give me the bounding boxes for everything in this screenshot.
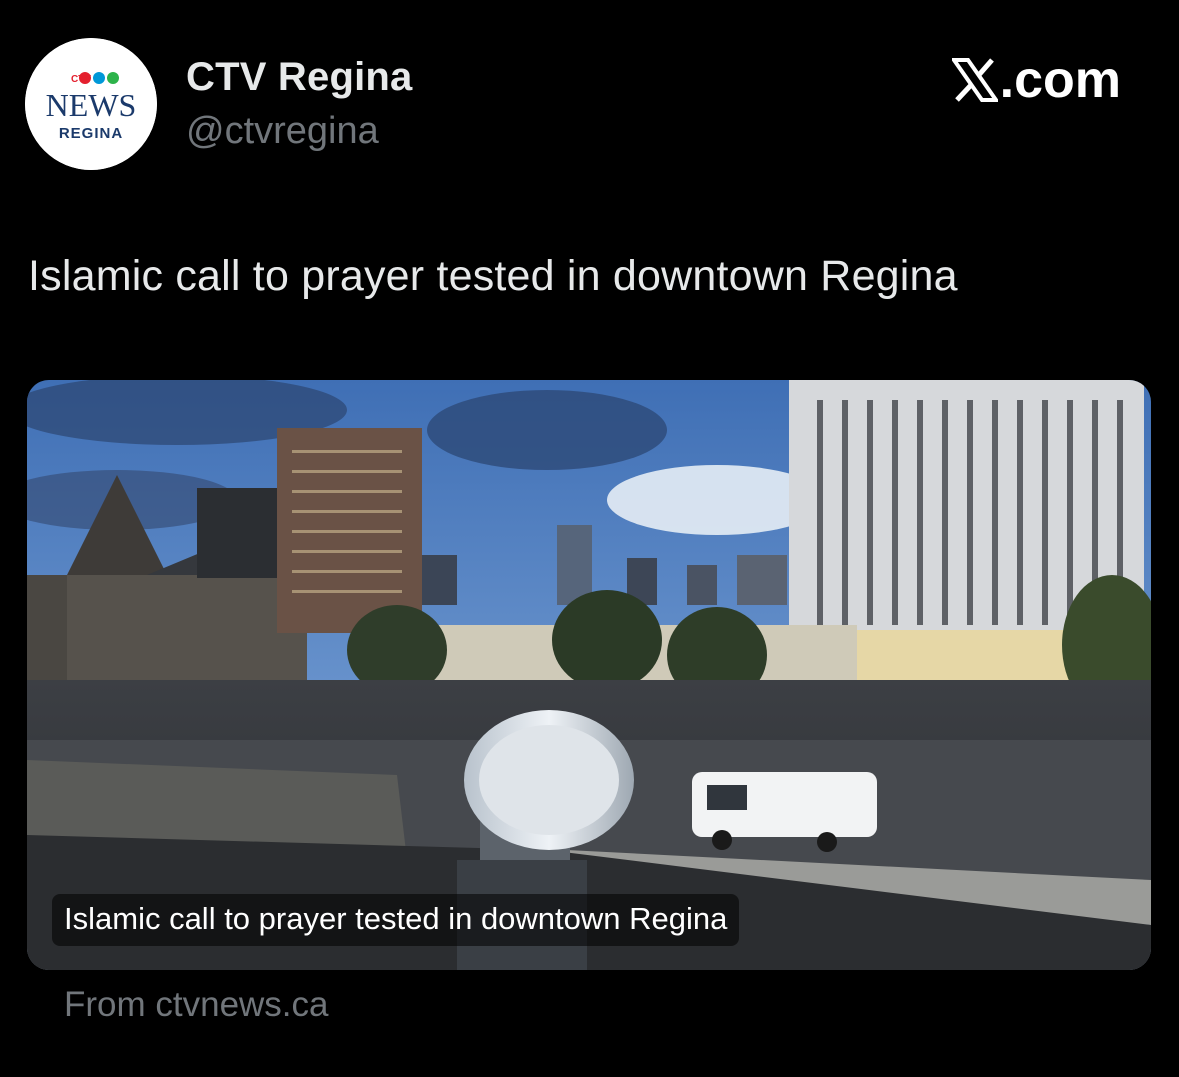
link-source[interactable]: From ctvnews.ca (64, 985, 329, 1025)
account-handle[interactable]: @ctvregina (186, 110, 379, 153)
logo-line2: REGINA (59, 125, 123, 142)
article-photo (27, 380, 1151, 970)
x-logo-icon (951, 58, 998, 102)
x-brand: .com (951, 50, 1121, 110)
display-name[interactable]: CTV Regina (186, 55, 412, 100)
x-brand-label: .com (999, 51, 1121, 109)
logo-line1: NEWS (46, 87, 137, 123)
logo-brand: CTV (71, 74, 91, 85)
tweet-text: Islamic call to prayer tested in downtow… (28, 252, 958, 300)
card-caption: Islamic call to prayer tested in downtow… (52, 894, 740, 946)
account-avatar[interactable]: CTV NEWS REGINA (25, 38, 157, 170)
ctv-news-regina-logo: CTV NEWS REGINA (25, 38, 157, 170)
link-card[interactable]: Islamic call to prayer tested in downtow… (27, 380, 1151, 970)
